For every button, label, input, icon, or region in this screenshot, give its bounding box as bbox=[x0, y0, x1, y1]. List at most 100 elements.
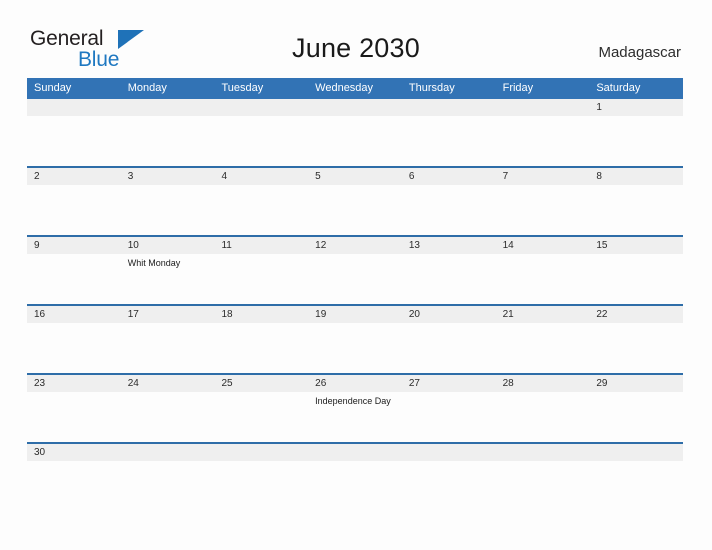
week-event-band bbox=[27, 116, 683, 166]
calendar-grid: Sunday Monday Tuesday Wednesday Thursday… bbox=[27, 78, 683, 472]
day-event bbox=[308, 323, 402, 373]
date-number[interactable] bbox=[402, 444, 496, 461]
date-number[interactable]: 23 bbox=[27, 375, 121, 392]
date-number[interactable] bbox=[214, 99, 308, 116]
day-event bbox=[121, 185, 215, 235]
day-event bbox=[402, 461, 496, 472]
day-event bbox=[402, 254, 496, 304]
week-event-band: Whit Monday bbox=[27, 254, 683, 304]
day-event bbox=[121, 461, 215, 472]
date-number[interactable]: 29 bbox=[589, 375, 683, 392]
date-number[interactable] bbox=[402, 99, 496, 116]
date-number[interactable]: 4 bbox=[214, 168, 308, 185]
date-number[interactable] bbox=[214, 444, 308, 461]
day-event bbox=[27, 392, 121, 442]
date-number[interactable]: 30 bbox=[27, 444, 121, 461]
day-event bbox=[308, 116, 402, 166]
day-event bbox=[496, 323, 590, 373]
date-number[interactable]: 6 bbox=[402, 168, 496, 185]
day-event bbox=[27, 461, 121, 472]
date-number[interactable] bbox=[496, 444, 590, 461]
date-number[interactable] bbox=[496, 99, 590, 116]
day-event: Whit Monday bbox=[127, 258, 181, 268]
week-date-band: 30 bbox=[27, 444, 683, 461]
date-number[interactable]: 18 bbox=[214, 306, 308, 323]
day-event bbox=[27, 116, 121, 166]
date-number[interactable] bbox=[121, 99, 215, 116]
date-number[interactable] bbox=[121, 444, 215, 461]
day-event bbox=[121, 116, 215, 166]
weekday-header-tuesday: Tuesday bbox=[221, 82, 264, 94]
day-event bbox=[496, 116, 590, 166]
country-label: Madagascar bbox=[598, 44, 681, 61]
date-number[interactable]: 13 bbox=[402, 237, 496, 254]
calendar-week-row: 9 10 11 12 13 14 15 Whit Monday bbox=[27, 237, 683, 306]
date-number[interactable]: 9 bbox=[27, 237, 121, 254]
date-number[interactable]: 2 bbox=[27, 168, 121, 185]
weekday-header-monday: Monday bbox=[127, 82, 167, 94]
weekday-header-sunday: Sunday bbox=[34, 82, 72, 94]
day-event bbox=[121, 323, 215, 373]
date-number[interactable]: 15 bbox=[589, 237, 683, 254]
date-number[interactable]: 26 bbox=[308, 375, 402, 392]
day-event bbox=[214, 461, 308, 472]
date-number[interactable]: 14 bbox=[496, 237, 590, 254]
day-event bbox=[214, 185, 308, 235]
week-event-band bbox=[27, 461, 683, 472]
day-event bbox=[589, 116, 683, 166]
week-date-band: 16 17 18 19 20 21 22 bbox=[27, 306, 683, 323]
date-number[interactable]: 28 bbox=[496, 375, 590, 392]
week-date-band: 1 bbox=[27, 99, 683, 116]
date-number[interactable]: 1 bbox=[589, 99, 683, 116]
date-number[interactable]: 19 bbox=[308, 306, 402, 323]
date-number[interactable]: 8 bbox=[589, 168, 683, 185]
date-number[interactable]: 5 bbox=[308, 168, 402, 185]
week-date-band: 23 24 25 26 27 28 29 bbox=[27, 375, 683, 392]
date-number[interactable]: 12 bbox=[308, 237, 402, 254]
date-number[interactable]: 22 bbox=[589, 306, 683, 323]
day-event bbox=[121, 392, 215, 442]
date-number[interactable] bbox=[589, 444, 683, 461]
week-date-band: 9 10 11 12 13 14 15 bbox=[27, 237, 683, 254]
calendar-week-row: 16 17 18 19 20 21 22 bbox=[27, 306, 683, 375]
weekday-header-wednesday: Wednesday bbox=[315, 82, 374, 94]
weekday-header-thursday: Thursday bbox=[408, 82, 455, 94]
date-number[interactable] bbox=[308, 444, 402, 461]
day-event bbox=[27, 323, 121, 373]
day-event bbox=[589, 392, 683, 442]
calendar-week-row: 30 bbox=[27, 444, 683, 472]
day-event bbox=[308, 185, 402, 235]
date-number[interactable]: 11 bbox=[214, 237, 308, 254]
date-number[interactable]: 10 bbox=[121, 237, 215, 254]
day-event bbox=[27, 254, 121, 304]
day-event bbox=[214, 323, 308, 373]
date-number[interactable]: 17 bbox=[121, 306, 215, 323]
weekday-header-friday: Friday bbox=[502, 82, 534, 94]
date-number[interactable]: 7 bbox=[496, 168, 590, 185]
day-event bbox=[308, 254, 402, 304]
day-event bbox=[496, 461, 590, 472]
day-event bbox=[589, 461, 683, 472]
weekday-header-row: Sunday Monday Tuesday Wednesday Thursday… bbox=[27, 78, 683, 99]
date-number[interactable]: 27 bbox=[402, 375, 496, 392]
day-event bbox=[214, 254, 308, 304]
date-number[interactable]: 16 bbox=[27, 306, 121, 323]
day-event bbox=[214, 116, 308, 166]
date-number[interactable]: 21 bbox=[496, 306, 590, 323]
day-event bbox=[402, 323, 496, 373]
week-event-band: Independence Day bbox=[27, 392, 683, 442]
date-number[interactable]: 25 bbox=[214, 375, 308, 392]
date-number[interactable]: 20 bbox=[402, 306, 496, 323]
date-number[interactable]: 3 bbox=[121, 168, 215, 185]
day-event bbox=[496, 392, 590, 442]
day-event bbox=[402, 185, 496, 235]
calendar-week-row: 23 24 25 26 27 28 29 Independence Day bbox=[27, 375, 683, 444]
day-event bbox=[496, 185, 590, 235]
day-event bbox=[214, 392, 308, 442]
week-event-band bbox=[27, 323, 683, 373]
date-number[interactable] bbox=[308, 99, 402, 116]
date-number[interactable] bbox=[27, 99, 121, 116]
day-event bbox=[308, 461, 402, 472]
calendar-week-row: 1 bbox=[27, 99, 683, 168]
date-number[interactable]: 24 bbox=[121, 375, 215, 392]
